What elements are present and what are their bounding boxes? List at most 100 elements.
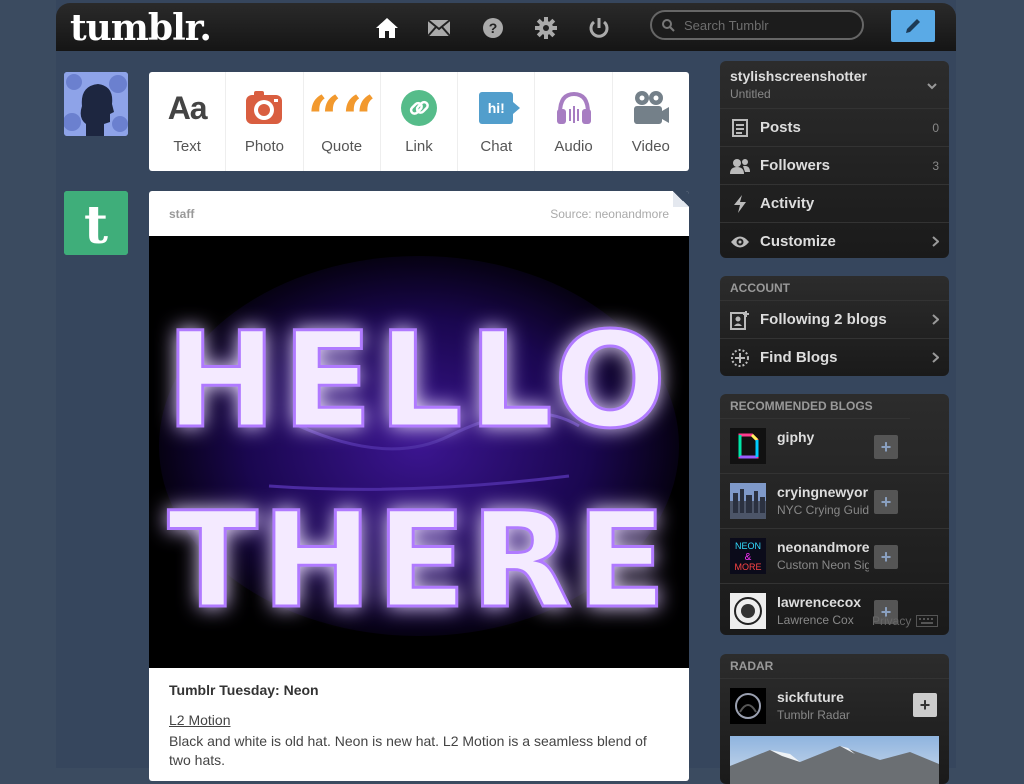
user-avatar[interactable] <box>64 72 128 136</box>
camera-icon <box>244 88 284 128</box>
post-author[interactable]: staff <box>169 207 194 221</box>
radar-item[interactable]: sickfuture Tumblr Radar + <box>720 679 949 735</box>
help-icon[interactable]: ? <box>480 15 506 41</box>
account-panel: ACCOUNT Following 2 blogs Find Blogs <box>720 276 949 376</box>
post-quote-button[interactable]: ““ Quote <box>304 72 381 171</box>
svg-text:MORE: MORE <box>735 562 762 572</box>
post-video-button[interactable]: Video <box>613 72 689 171</box>
home-icon[interactable] <box>374 15 400 41</box>
lawrencecox-thumbnail <box>730 593 766 629</box>
compose-button[interactable] <box>891 10 935 42</box>
list-item[interactable]: cryingnewyork NYC Crying Guide + <box>720 473 949 528</box>
follow-button[interactable]: + <box>874 490 898 514</box>
post-photo-label: Photo <box>244 138 285 155</box>
search-box[interactable] <box>650 10 864 40</box>
followers-count: 3 <box>932 158 939 173</box>
radar-heading: RADAR <box>720 654 949 679</box>
post-card: staff Source: neonandmore HELLO THERE Tu… <box>149 191 689 781</box>
blog-subtitle: Lawrence Cox <box>777 613 854 627</box>
recommended-panel: RECOMMENDED BLOGS giphy + cryingnewyork … <box>720 394 949 635</box>
post-audio-label: Audio <box>554 138 593 155</box>
sidebar-item-customize[interactable]: Customize <box>720 222 949 258</box>
sidebar-item-label: Find Blogs <box>760 349 838 366</box>
posts-count: 0 <box>932 120 939 135</box>
sidebar-item-following[interactable]: Following 2 blogs <box>720 301 949 338</box>
mail-icon[interactable] <box>426 15 452 41</box>
blog-name: lawrencecox <box>777 594 862 610</box>
radar-image[interactable] <box>730 736 939 784</box>
blog-name: neonandmore <box>777 539 869 555</box>
follow-button[interactable]: + <box>913 693 937 717</box>
list-item[interactable]: NEON&MORE neonandmore Custom Neon Signs … <box>720 528 949 583</box>
find-blogs-icon <box>730 348 750 368</box>
chat-icon: hi! <box>476 88 521 128</box>
post-type-bar: Aa Text Photo ““ Quote Link hi! Chat Aud… <box>149 72 689 171</box>
sidebar-item-label: Activity <box>760 195 815 212</box>
headphones-icon <box>554 88 594 128</box>
follow-button[interactable]: + <box>874 435 898 459</box>
search-icon <box>662 19 675 37</box>
follow-button[interactable]: + <box>874 545 898 569</box>
eye-icon <box>730 232 750 252</box>
blog-name: giphy <box>777 429 815 445</box>
post-corner-fold <box>673 191 689 207</box>
sidebar-item-label: Followers <box>760 157 831 174</box>
radar-panel: RADAR sickfuture Tumblr Radar + <box>720 654 949 784</box>
post-link[interactable]: L2 Motion <box>169 712 230 728</box>
blog-subtitle: Tumblr Radar <box>777 708 850 722</box>
tumblr-staff-avatar[interactable]: t <box>64 191 128 255</box>
pencil-icon <box>906 19 920 33</box>
blog-switcher[interactable]: stylishscreenshotter Untitled <box>720 61 949 108</box>
sickfuture-thumbnail <box>730 688 766 724</box>
following-icon <box>730 310 750 330</box>
post-title: Tumblr Tuesday: Neon <box>169 682 319 698</box>
keyboard-icon[interactable] <box>916 614 938 632</box>
post-header: staff Source: neonandmore <box>149 191 689 236</box>
list-item[interactable]: lawrencecox Lawrence Cox + Privacy <box>720 583 949 635</box>
sidebar-item-label: Following 2 blogs <box>760 311 887 328</box>
posts-icon <box>730 118 750 138</box>
sidebar-item-find-blogs[interactable]: Find Blogs <box>720 338 949 376</box>
blog-name: stylishscreenshotter <box>730 68 867 84</box>
post-link-label: Link <box>405 138 433 155</box>
tumblr-logo[interactable]: tumblr. <box>70 7 212 49</box>
blog-panel: stylishscreenshotter Untitled Posts 0 Fo… <box>720 61 949 258</box>
svg-text:t: t <box>84 195 108 255</box>
post-audio-button[interactable]: Audio <box>535 72 613 171</box>
sidebar-item-posts[interactable]: Posts 0 <box>720 108 949 146</box>
top-bar: tumblr. ? <box>56 3 956 51</box>
list-item[interactable]: giphy + <box>720 419 949 473</box>
quote-icon: ““ <box>307 84 377 154</box>
blog-title: Untitled <box>730 87 771 101</box>
svg-text:NEON: NEON <box>735 541 761 551</box>
chevron-down-icon <box>927 77 937 95</box>
gear-icon[interactable] <box>533 15 559 41</box>
post-text-button[interactable]: Aa Text <box>149 72 227 171</box>
recommended-heading: RECOMMENDED BLOGS <box>720 394 910 419</box>
post-link-button[interactable]: Link <box>381 72 459 171</box>
neon-text-there: THERE <box>168 484 671 638</box>
post-photo-button[interactable]: Photo <box>226 72 304 171</box>
link-icon <box>399 88 439 128</box>
post-video-label: Video <box>631 138 670 155</box>
power-icon[interactable] <box>586 15 612 41</box>
neon-text-hello: HELLO <box>166 304 672 458</box>
chevron-right-icon <box>932 312 940 328</box>
sidebar-item-label: Posts <box>760 119 801 136</box>
neonandmore-thumbnail: NEON & MORE <box>730 538 766 574</box>
sidebar-item-label: Customize <box>760 233 836 250</box>
post-source[interactable]: Source: neonandmore <box>550 207 669 221</box>
account-heading: ACCOUNT <box>720 276 949 301</box>
neon-sign-photo[interactable]: HELLO THERE <box>149 236 689 668</box>
chevron-right-icon <box>932 350 940 366</box>
search-input[interactable] <box>682 17 856 34</box>
privacy-link[interactable]: Privacy <box>872 614 911 628</box>
sidebar-item-followers[interactable]: Followers 3 <box>720 146 949 184</box>
giphy-thumbnail <box>730 428 766 464</box>
post-chat-button[interactable]: hi! Chat <box>458 72 536 171</box>
post-body: Black and white is old hat. Neon is new … <box>169 733 647 768</box>
post-chat-label: Chat <box>480 138 513 155</box>
blog-subtitle: Custom Neon Signs <box>777 558 869 572</box>
post-quote-label: Quote <box>321 138 363 155</box>
sidebar-item-activity[interactable]: Activity <box>720 184 949 222</box>
